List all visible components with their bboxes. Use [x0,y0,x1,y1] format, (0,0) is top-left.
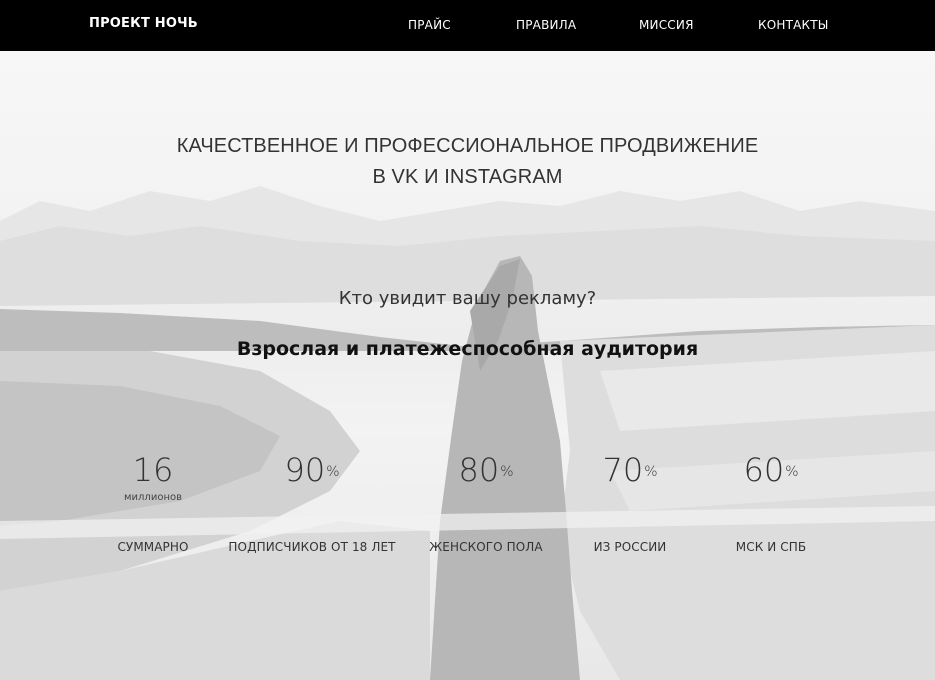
stat-msk-spb-suffix: % [785,464,799,480]
stat-adults-caption: ПОДПИСЧИКОВ ОТ 18 ЛЕТ [228,540,396,554]
stat-total-caption: СУММАРНО [117,540,189,554]
stat-msk-spb-value: 60 [743,451,785,489]
nav-link-rules[interactable]: ПРАВИЛА [516,18,576,32]
stat-msk-spb-caption: МСК И СПБ [735,540,807,554]
audience-question: Кто увидит вашу рекламу? [338,288,597,309]
nav-link-price[interactable]: ПРАЙС [408,18,451,32]
nav-link-mission[interactable]: МИССИЯ [639,18,694,32]
hero-headline: КАЧЕСТВЕННОЕ И ПРОФЕССИОНАЛЬНОЕ ПРОДВИЖЕ… [0,131,935,193]
stat-msk-spb: 60% МСК И СПБ [681,451,861,554]
brand-logo[interactable]: ПРОЕКТ НОЧЬ [89,16,198,31]
stat-female-value: 80 [458,451,500,489]
stat-female-suffix: % [500,464,514,480]
nav-link-contacts[interactable]: КОНТАКТЫ [758,18,829,32]
stat-total: 16 миллионов СУММАРНО [63,451,243,554]
stat-adults-value: 90 [284,451,326,489]
stat-total-value: 16 [132,451,174,489]
stat-russia-suffix: % [644,464,658,480]
stat-russia-value: 70 [602,451,644,489]
hero-headline-line2: В VK И INSTAGRAM [372,166,563,188]
hero-section: КАЧЕСТВЕННОЕ И ПРОФЕССИОНАЛЬНОЕ ПРОДВИЖЕ… [0,51,935,680]
stat-adults: 90% ПОДПИСЧИКОВ ОТ 18 ЛЕТ [222,451,402,554]
hero-headline-line1: КАЧЕСТВЕННОЕ И ПРОФЕССИОНАЛЬНОЕ ПРОДВИЖЕ… [176,135,759,157]
top-nav-bar: ПРОЕКТ НОЧЬ ПРАЙС ПРАВИЛА МИССИЯ КОНТАКТ… [0,0,935,51]
audience-statement: Взрослая и платежеспособная аудитория [236,338,699,360]
stat-total-unit: миллионов [124,492,182,503]
stat-adults-suffix: % [326,464,340,480]
